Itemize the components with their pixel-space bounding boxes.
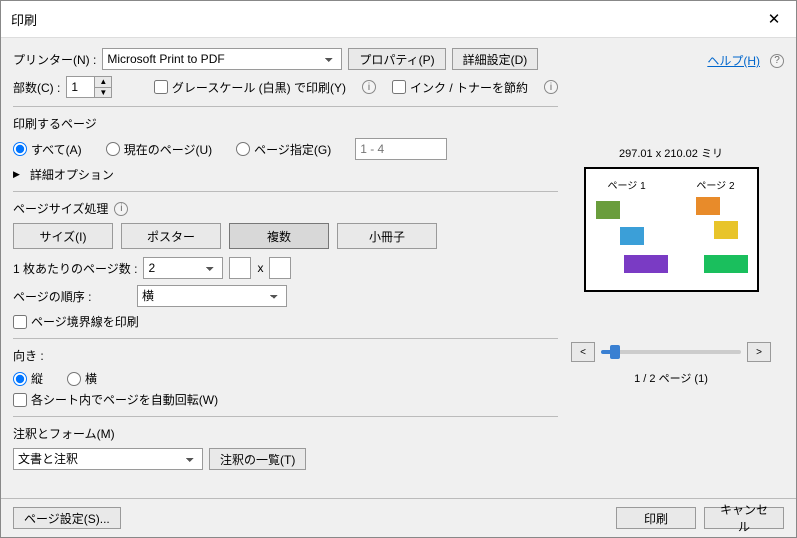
info-icon[interactable]: i (362, 80, 376, 94)
copies-spinner[interactable]: ▲ ▼ (66, 76, 112, 98)
tab-multiple[interactable]: 複数 (229, 223, 329, 249)
comments-select[interactable]: 文書と注釈 (13, 448, 203, 470)
help-link[interactable]: ヘルプ(H) (707, 52, 760, 69)
pages-title: 印刷するページ (13, 115, 558, 132)
next-page-button[interactable]: > (747, 342, 771, 362)
slider-thumb[interactable] (610, 345, 620, 359)
preview-page1-label: ページ 1 (608, 177, 646, 192)
prev-page-button[interactable]: < (571, 342, 595, 362)
portrait-radio[interactable]: 縦 (13, 370, 43, 387)
auto-rotate-checkbox[interactable]: 各シート内でページを自動回転(W) (13, 391, 558, 408)
order-select[interactable]: 横 (137, 285, 287, 307)
save-toner-checkbox[interactable]: インク / トナーを節約 (392, 79, 528, 96)
advanced-options-toggle[interactable]: ▶ 詳細オプション (13, 166, 558, 183)
landscape-radio[interactable]: 横 (67, 370, 97, 387)
preview-dimensions: 297.01 x 210.02 ミリ (619, 145, 723, 161)
comments-section: 注釈とフォーム(M) 文書と注釈 注釈の一覧(T) (13, 416, 558, 470)
print-button[interactable]: 印刷 (616, 507, 696, 529)
help-icon[interactable]: ? (770, 54, 784, 68)
tab-size[interactable]: サイズ(I) (13, 223, 113, 249)
triangle-icon: ▶ (13, 169, 20, 180)
sizing-section: ページサイズ処理 i サイズ(I) ポスター 複数 小冊子 1 枚あたりのページ… (13, 191, 558, 330)
page-counter: 1 / 2 ページ (1) (634, 370, 708, 386)
preview-shape (696, 197, 720, 215)
border-checkbox[interactable]: ページ境界線を印刷 (13, 313, 558, 330)
tab-poster[interactable]: ポスター (121, 223, 221, 249)
copies-up[interactable]: ▲ (95, 77, 111, 88)
close-button[interactable]: ✕ (762, 7, 786, 31)
pages-range-input[interactable] (355, 138, 447, 160)
print-dialog: 印刷 ✕ プリンター(N) : Microsoft Print to PDF プ… (0, 0, 797, 538)
copies-label: 部数(C) : (13, 79, 60, 96)
page-slider[interactable] (601, 350, 741, 354)
preview-page2-label: ページ 2 (696, 177, 734, 192)
preview-shape (624, 255, 668, 273)
grayscale-checkbox[interactable]: グレースケール (白黒) で印刷(Y) (154, 79, 346, 96)
cols-box[interactable] (229, 257, 251, 279)
pages-section: 印刷するページ すべて(A) 現在のページ(U) ページ指定(G) ▶ 詳細オプ… (13, 106, 558, 183)
orientation-title: 向き : (13, 347, 558, 364)
printer-select[interactable]: Microsoft Print to PDF (102, 48, 342, 70)
titlebar: 印刷 ✕ (1, 1, 796, 38)
advanced-button[interactable]: 詳細設定(D) (452, 48, 539, 70)
pages-current-radio[interactable]: 現在のページ(U) (106, 141, 212, 158)
info-icon[interactable]: i (544, 80, 558, 94)
preview-shape (620, 227, 644, 245)
preview-shape (596, 201, 620, 219)
cancel-button[interactable]: キャンセル (704, 507, 784, 529)
pages-all-radio[interactable]: すべて(A) (13, 141, 82, 158)
info-icon[interactable]: i (114, 202, 128, 216)
properties-button[interactable]: プロパティ(P) (348, 48, 445, 70)
pps-select[interactable]: 2 (143, 257, 223, 279)
rows-box[interactable] (269, 257, 291, 279)
preview-box: ページ 1 ページ 2 (584, 167, 759, 292)
preview-shape (714, 221, 738, 239)
sizing-title: ページサイズ処理 (13, 200, 108, 217)
printer-label: プリンター(N) : (13, 51, 96, 68)
copies-down[interactable]: ▼ (95, 88, 111, 98)
comments-summary-button[interactable]: 注釈の一覧(T) (209, 448, 306, 470)
copies-input[interactable] (66, 76, 94, 98)
comments-title: 注釈とフォーム(M) (13, 425, 558, 442)
pps-label: 1 枚あたりのページ数 : (13, 260, 137, 277)
pages-range-radio[interactable]: ページ指定(G) (236, 141, 331, 158)
tab-booklet[interactable]: 小冊子 (337, 223, 437, 249)
order-label: ページの順序 : (13, 288, 131, 305)
page-setup-button[interactable]: ページ設定(S)... (13, 507, 121, 529)
orientation-section: 向き : 縦 横 各シート内でページを自動回転(W) (13, 338, 558, 408)
dialog-title: 印刷 (11, 10, 37, 29)
preview-shape (704, 255, 748, 273)
